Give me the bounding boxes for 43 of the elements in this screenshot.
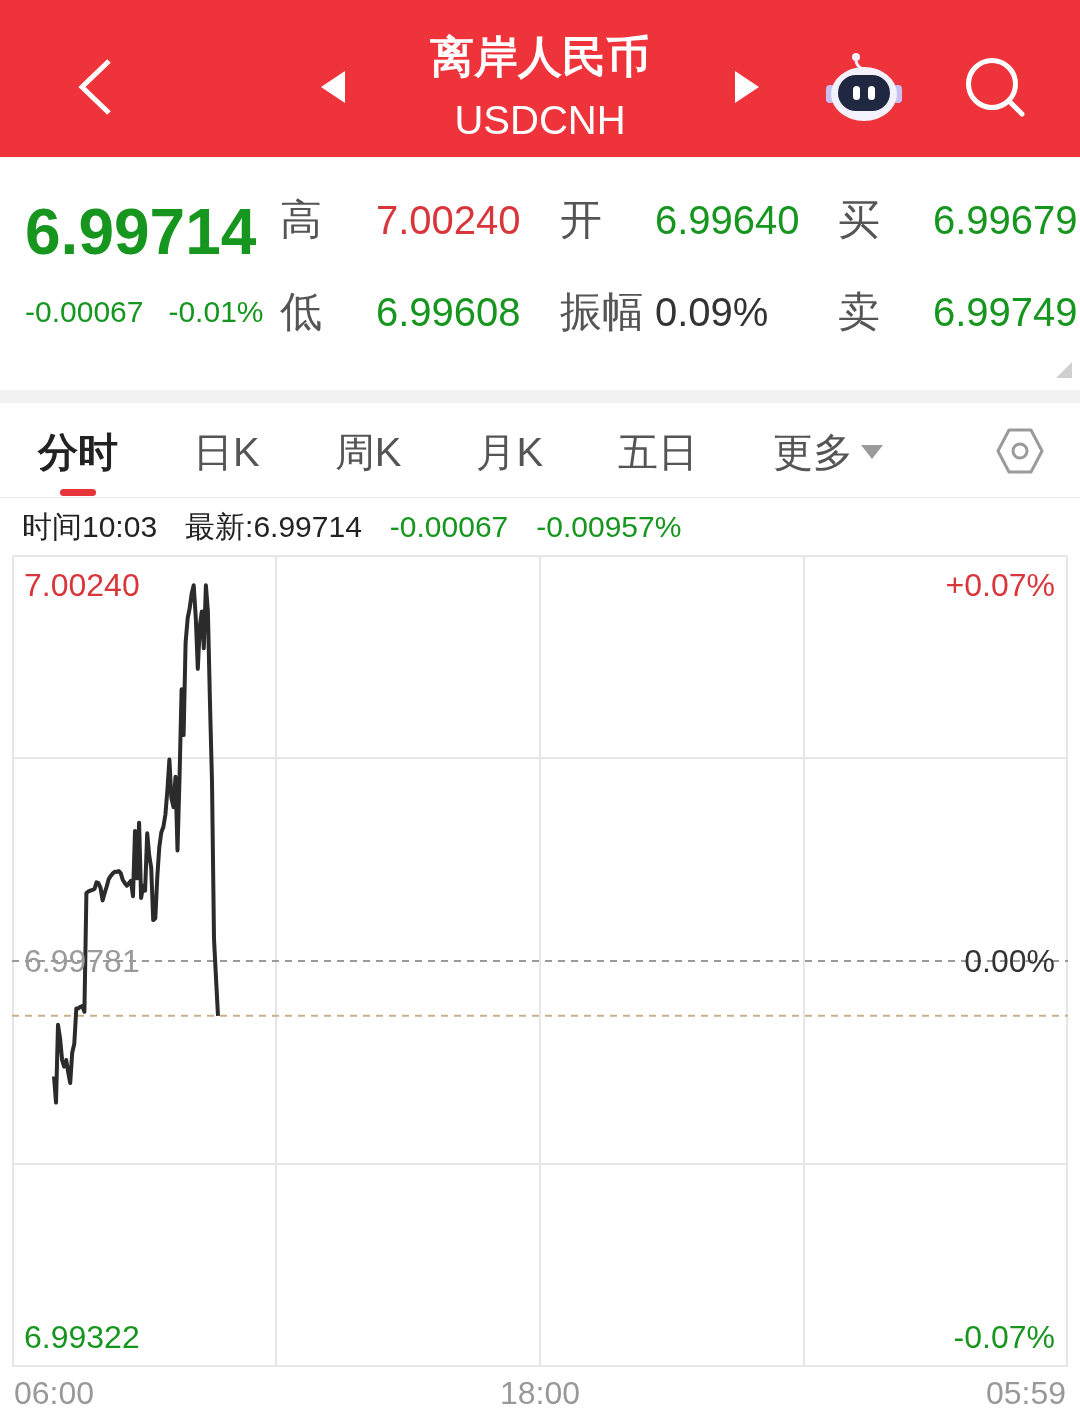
field-label: 开	[560, 195, 603, 245]
quote-info-text: -0.00067	[389, 508, 509, 545]
field-label: 买	[838, 195, 881, 245]
symbol-code: USDCNH	[454, 96, 626, 143]
field-label: 低	[280, 287, 323, 337]
field-value: 6.99679	[933, 197, 1079, 244]
percent-axis-label: +0.07%	[945, 567, 1055, 604]
quote-info-text: 时间10:03	[22, 508, 158, 545]
last-price: 6.99714	[25, 196, 258, 268]
triangle-left-icon[interactable]	[321, 70, 345, 103]
back-icon[interactable]	[78, 57, 112, 116]
chart-tab[interactable]: 五日	[618, 403, 699, 475]
robot-icon[interactable]	[826, 51, 902, 122]
field-value: 0.09%	[655, 289, 770, 336]
percent-axis-label: -0.07%	[953, 1318, 1055, 1355]
selected-underline	[60, 489, 96, 496]
price-axis-label: 6.99322	[24, 1318, 140, 1355]
field-value: 6.99749	[933, 289, 1079, 336]
time-axis-label: 18:00	[499, 1375, 581, 1411]
field-value: 7.00240	[376, 197, 522, 244]
field-value: 6.99608	[376, 289, 522, 336]
chart-tab[interactable]: 周K	[334, 403, 402, 475]
field-value: 6.99640	[655, 197, 801, 244]
price-change: -0.00067	[25, 294, 144, 330]
time-axis-label: 06:00	[13, 1375, 95, 1411]
chart-tab[interactable]: 日K	[193, 403, 260, 475]
dropdown-caret-icon	[861, 445, 884, 459]
time-axis-label: 05:59	[985, 1375, 1067, 1411]
chart-tab[interactable]: 月K	[476, 403, 544, 475]
change-percent: -0.01%	[168, 294, 264, 330]
quote-info-text: 最新:6.99714	[185, 508, 362, 545]
page-title: 离岸人民币	[430, 30, 650, 83]
settings-icon[interactable]	[996, 427, 1044, 475]
search-icon[interactable]	[965, 56, 1025, 117]
triangle-right-icon[interactable]	[735, 70, 759, 103]
price-axis-label: 7.00240	[24, 567, 140, 604]
percent-axis-label: 0.00%	[964, 943, 1055, 979]
field-label: 卖	[838, 287, 881, 337]
chart-tab[interactable]: 更多	[773, 403, 884, 475]
quote-info-text: -0.00957%	[536, 508, 682, 545]
field-label: 振幅	[560, 287, 645, 337]
chart-tab[interactable]: 分时	[38, 403, 118, 496]
field-label: 高	[280, 195, 323, 245]
